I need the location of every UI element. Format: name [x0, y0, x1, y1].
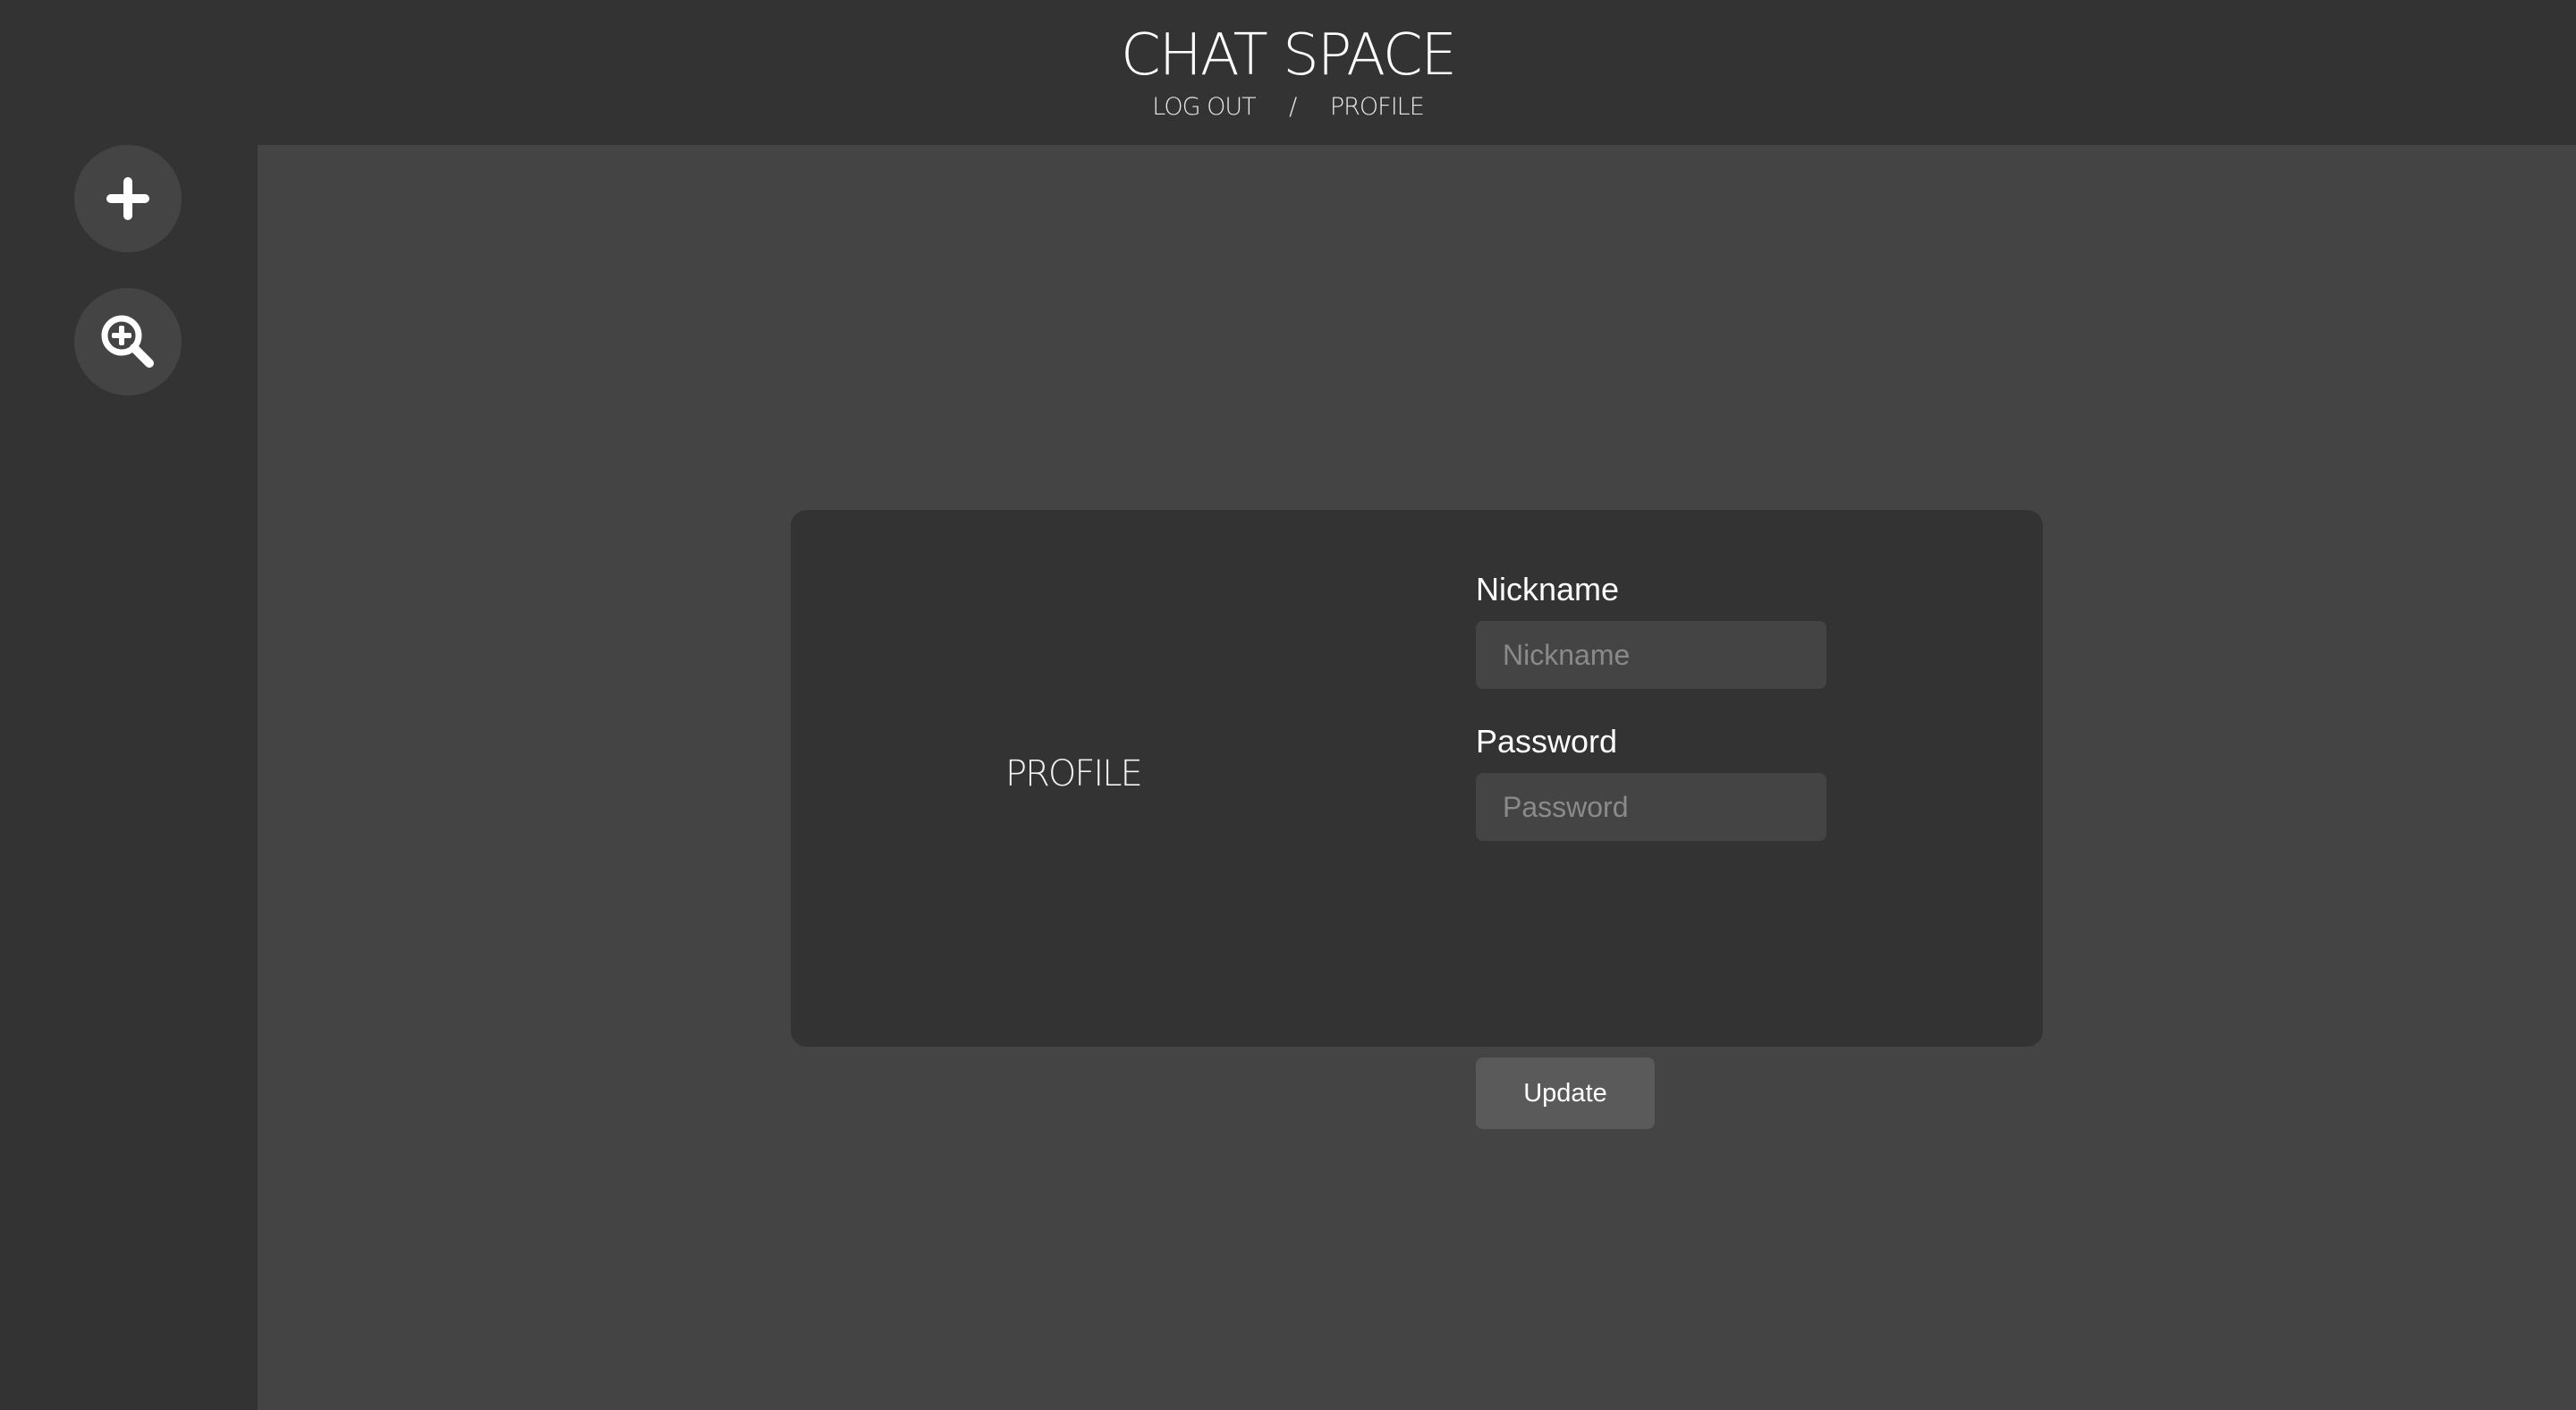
- logout-link[interactable]: LOG OUT: [1152, 93, 1256, 121]
- plus-icon: [106, 177, 149, 220]
- password-input[interactable]: [1476, 773, 1826, 841]
- profile-card: PROFILE Nickname Password Update: [791, 510, 2043, 1129]
- sidebar: [0, 145, 258, 1410]
- main-content: PROFILE Nickname Password Update: [258, 145, 2576, 1410]
- app-header: CHAT SPACE LOG OUT / PROFILE: [0, 0, 2576, 145]
- app-title: CHAT SPACE: [1121, 22, 1457, 89]
- password-label: Password: [1476, 723, 1618, 760]
- profile-title: PROFILE: [1005, 753, 1143, 794]
- update-button[interactable]: Update: [1476, 1058, 1655, 1129]
- nav-separator: /: [1289, 93, 1297, 121]
- profile-link[interactable]: PROFILE: [1330, 93, 1425, 121]
- zoom-in-icon: [101, 315, 154, 368]
- nickname-label: Nickname: [1476, 571, 1620, 607]
- search-button[interactable]: [74, 288, 182, 395]
- header-nav: LOG OUT / PROFILE: [0, 89, 2576, 125]
- add-button[interactable]: [74, 145, 182, 252]
- nickname-input[interactable]: [1476, 621, 1826, 689]
